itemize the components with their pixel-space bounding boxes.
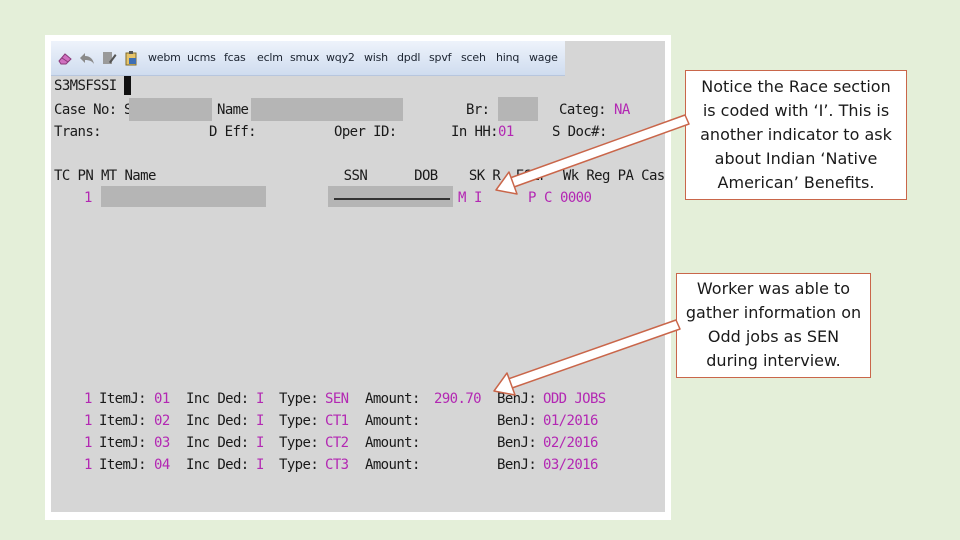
odd-jobs-callout-arrow [493,319,681,396]
race-callout-arrow [495,114,690,195]
callout-arrows [493,114,690,396]
